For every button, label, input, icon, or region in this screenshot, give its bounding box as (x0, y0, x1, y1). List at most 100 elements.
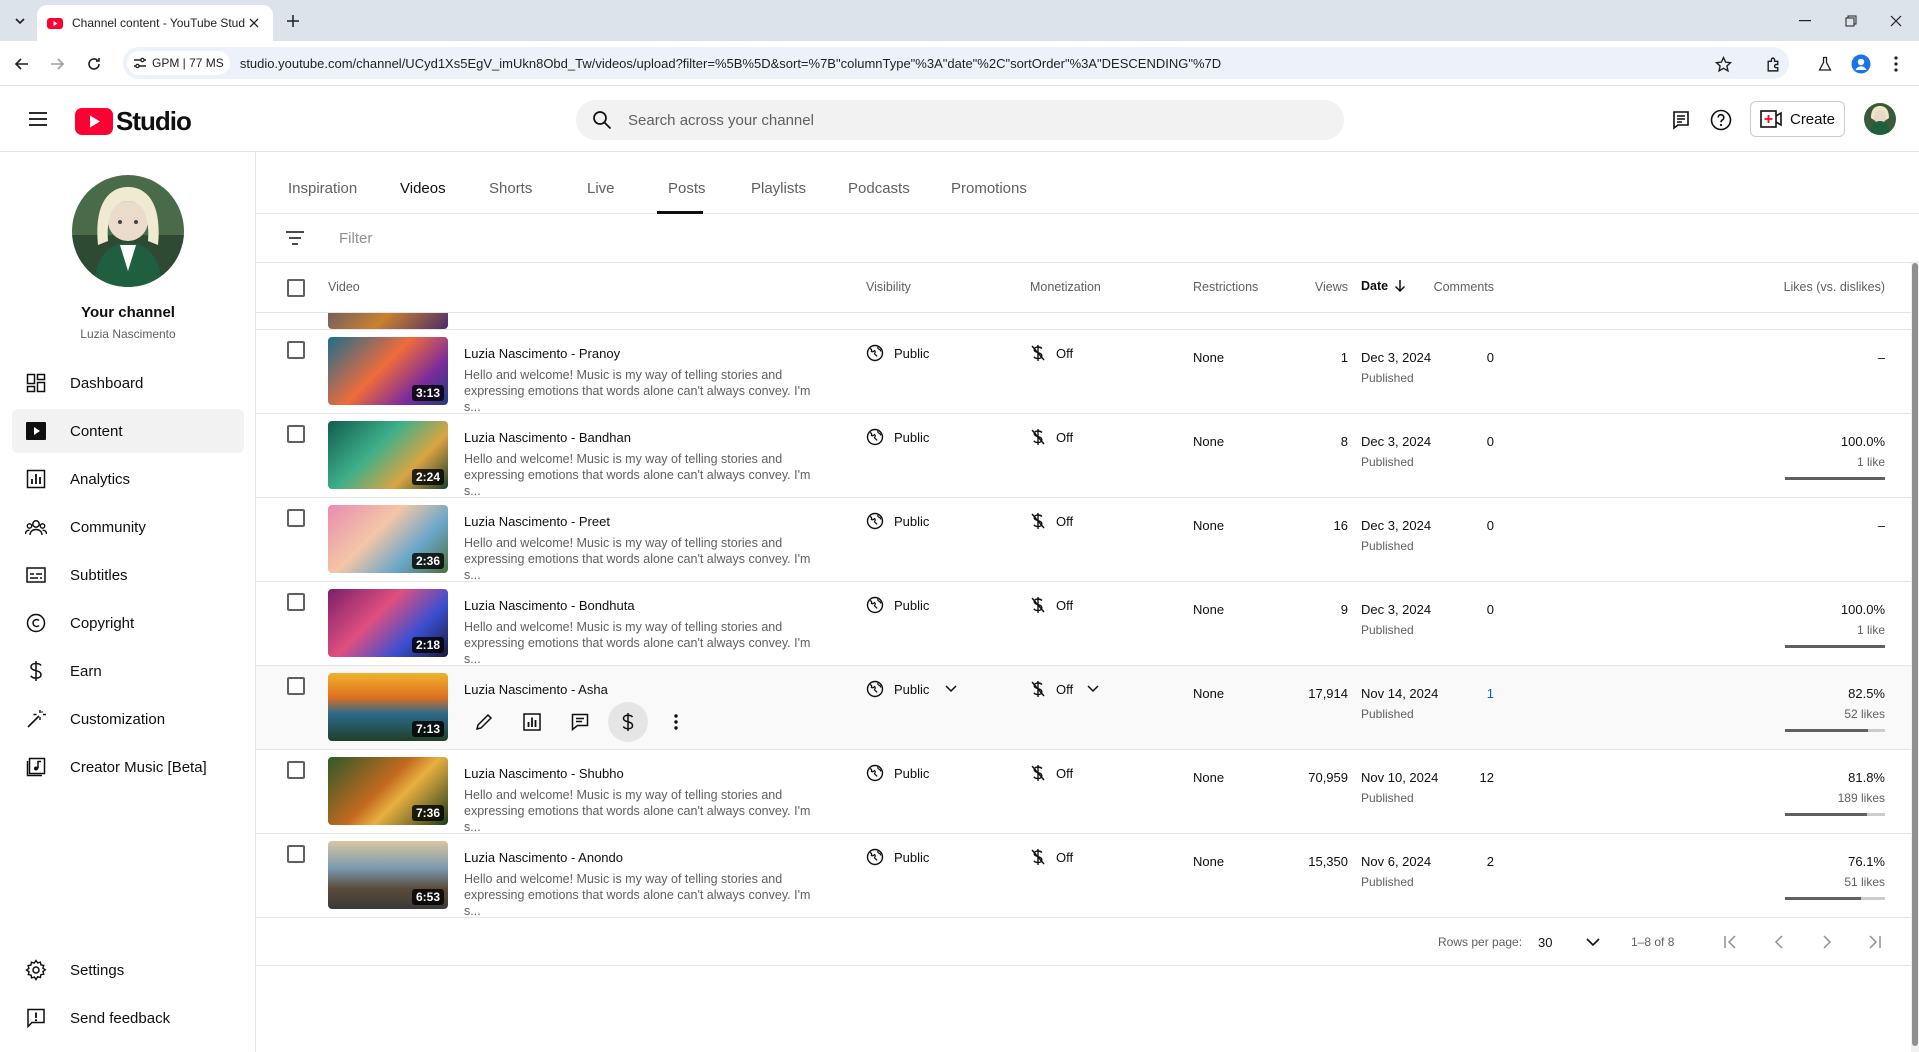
select-all-checkbox[interactable] (287, 279, 305, 297)
table-row-partial (256, 313, 1911, 330)
dropdown-chevron-icon[interactable] (1087, 685, 1099, 693)
video-thumbnail[interactable]: 2:36 (328, 505, 448, 573)
monetization-dollar-icon[interactable] (608, 702, 648, 742)
sidebar-item-community[interactable]: Community (12, 505, 244, 549)
tab-videos[interactable]: Videos (400, 180, 446, 197)
sidebar-item-subtitles[interactable]: Subtitles (12, 553, 244, 597)
video-thumbnail[interactable]: 2:18 (328, 589, 448, 657)
profile-icon[interactable] (1848, 51, 1874, 77)
browser-tab[interactable]: Channel content - YouTube Studio (37, 5, 273, 41)
sidebar-item-content[interactable]: Content (12, 409, 244, 453)
tab-playlists[interactable]: Playlists (751, 180, 806, 197)
help-icon[interactable] (1708, 107, 1734, 133)
table-row[interactable]: 7:36 Luzia Nascimento - Shubho Hello and… (256, 750, 1911, 834)
more-options-icon[interactable] (656, 702, 696, 742)
likes-percent: – (1877, 350, 1885, 365)
minimize-icon[interactable] (1782, 0, 1828, 41)
sidebar-item-earn[interactable]: Earn (12, 649, 244, 693)
filter-input[interactable]: Filter (339, 230, 372, 247)
back-arrow-icon[interactable] (9, 51, 35, 77)
tab-shorts[interactable]: Shorts (489, 180, 532, 197)
omnibox[interactable]: GPM | 77 MS studio.youtube.com/channel/U… (123, 47, 1789, 79)
table-row[interactable]: 3:13 Luzia Nascimento - Pranoy Hello and… (256, 330, 1911, 414)
sidebar-item-customization[interactable]: Customization (12, 697, 244, 741)
restore-icon[interactable] (1828, 0, 1874, 41)
sidebar-item-send-feedback[interactable]: Send feedback (12, 996, 244, 1040)
monetization-value: Off (1056, 765, 1074, 781)
comments-icon[interactable] (560, 702, 600, 742)
video-title[interactable]: Luzia Nascimento - Preet (464, 514, 610, 529)
video-title[interactable]: Luzia Nascimento - Anondo (464, 850, 623, 865)
video-title[interactable]: Luzia Nascimento - Bondhuta (464, 598, 635, 613)
video-title[interactable]: Luzia Nascimento - Bandhan (464, 430, 631, 445)
forward-arrow-icon[interactable] (44, 51, 70, 77)
video-title[interactable]: Luzia Nascimento - Pranoy (464, 346, 620, 361)
new-tab-plus-icon[interactable] (281, 9, 305, 33)
visibility-cell[interactable]: Public (866, 680, 957, 698)
tab-live[interactable]: Live (587, 180, 615, 197)
table-row[interactable]: 6:53 Luzia Nascimento - Anondo Hello and… (256, 834, 1911, 918)
filter-icon[interactable] (284, 227, 306, 249)
tab-promotions[interactable]: Promotions (951, 180, 1027, 197)
hamburger-menu-icon[interactable] (24, 105, 52, 133)
vertical-scrollbar[interactable] (1911, 263, 1919, 1052)
row-checkbox[interactable] (287, 845, 305, 863)
row-checkbox[interactable] (287, 761, 305, 779)
create-button[interactable]: Create (1750, 101, 1845, 137)
rows-per-page-select[interactable]: 30 (1538, 935, 1552, 950)
bookmark-star-icon[interactable] (1710, 51, 1736, 77)
sidebar-item-copyright[interactable]: Copyright (12, 601, 244, 645)
video-title[interactable]: Luzia Nascimento - Asha (464, 682, 608, 697)
table-row[interactable]: 2:36 Luzia Nascimento - Preet Hello and … (256, 498, 1911, 582)
video-thumbnail[interactable]: 6:53 (328, 841, 448, 909)
tab-podcasts[interactable]: Podcasts (848, 180, 910, 197)
row-checkbox[interactable] (287, 509, 305, 527)
url-text[interactable]: studio.youtube.com/channel/UCyd1Xs5EgV_i… (240, 56, 1221, 71)
sidebar-item-analytics[interactable]: Analytics (12, 457, 244, 501)
browser-menu-icon[interactable] (1883, 51, 1909, 77)
edit-pencil-icon[interactable] (464, 702, 504, 742)
rows-dropdown-chevron-icon[interactable] (1582, 931, 1604, 953)
tab-search-chevron-icon[interactable] (6, 7, 34, 35)
extensions-puzzle-icon[interactable] (1760, 51, 1786, 77)
video-title[interactable]: Luzia Nascimento - Shubho (464, 766, 624, 781)
first-page-icon[interactable] (1719, 931, 1741, 953)
table-row[interactable]: 2:24 Luzia Nascimento - Bandhan Hello an… (256, 414, 1911, 498)
row-checkbox[interactable] (287, 341, 305, 359)
video-thumbnail[interactable]: 7:36 (328, 757, 448, 825)
row-checkbox[interactable] (287, 593, 305, 611)
close-tab-icon[interactable] (245, 14, 263, 32)
dropdown-chevron-icon[interactable] (945, 685, 957, 693)
labs-flask-icon[interactable] (1812, 51, 1838, 77)
studio-logo[interactable]: Studio (75, 106, 192, 137)
row-checkbox[interactable] (287, 677, 305, 695)
tab-inspiration[interactable]: Inspiration (288, 180, 357, 197)
row-checkbox[interactable] (287, 425, 305, 443)
sidebar-item-settings[interactable]: Settings (12, 948, 244, 992)
sidebar-item-dashboard[interactable]: Dashboard (12, 361, 244, 405)
table-row[interactable]: 2:18 Luzia Nascimento - Bondhuta Hello a… (256, 582, 1911, 666)
scrollbar-thumb[interactable] (1912, 263, 1918, 1046)
search-box[interactable]: Search across your channel (576, 100, 1344, 140)
video-thumbnail[interactable]: 2:24 (328, 421, 448, 489)
video-thumbnail[interactable]: 3:13 (328, 337, 448, 405)
comments-value[interactable]: 1 (1487, 686, 1494, 701)
sidebar-item-creator-music[interactable]: Creator Music [Beta] (12, 745, 244, 789)
monetization-cell[interactable]: Off (1030, 680, 1099, 698)
analytics-icon[interactable] (512, 702, 552, 742)
next-page-icon[interactable] (1816, 931, 1838, 953)
previous-page-icon[interactable] (1768, 931, 1790, 953)
table-row[interactable]: 7:13 Luzia Nascimento - Asha Public Off … (256, 666, 1911, 750)
feedback-comment-icon[interactable] (1668, 107, 1694, 133)
col-date-sort[interactable]: Date (1361, 279, 1406, 293)
video-thumbnail[interactable]: 7:13 (328, 673, 448, 741)
last-page-icon[interactable] (1864, 931, 1886, 953)
account-avatar[interactable] (1864, 103, 1896, 135)
site-info-chip[interactable]: GPM | 77 MS (127, 51, 230, 75)
video-thumbnail[interactable] (328, 313, 448, 329)
close-window-icon[interactable] (1873, 0, 1919, 41)
channel-avatar[interactable] (72, 175, 184, 287)
tab-posts[interactable]: Posts (668, 180, 706, 197)
reload-icon[interactable] (81, 51, 107, 77)
search-input[interactable]: Search across your channel (628, 112, 814, 129)
